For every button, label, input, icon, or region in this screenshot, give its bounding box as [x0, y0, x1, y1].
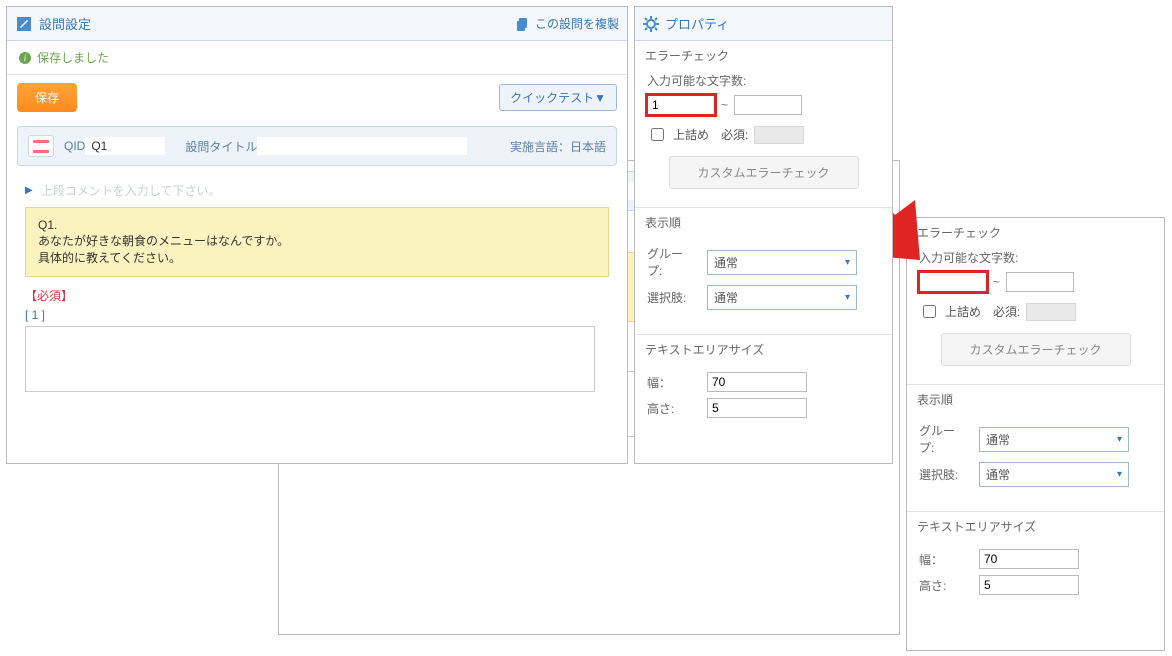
info-icon: i — [19, 52, 31, 64]
req-label: 必須: — [993, 303, 1020, 320]
group-value: 通常 — [714, 254, 738, 271]
custom-error-check-button[interactable]: カスタムエラーチェック — [941, 333, 1131, 366]
main-panel: 設問設定 この設問を複製 i 保存しました 保存 クイックテスト▼ QID 設問… — [6, 6, 628, 464]
width-input[interactable] — [707, 372, 807, 392]
lang-label: 実施言語： — [510, 138, 570, 155]
top-comment-hint: 上段コメントを入力して下さい。 — [41, 182, 221, 199]
top-align-checkbox[interactable] — [923, 305, 936, 318]
chevron-down-icon: ▾ — [845, 257, 850, 268]
tilde: ~ — [721, 98, 728, 112]
char-limit-label: 入力可能な文字数: — [647, 72, 880, 89]
gear-icon — [643, 16, 659, 32]
copy-question-button[interactable]: この設問を複製 — [515, 15, 619, 32]
custom-error-check-button[interactable]: カスタムエラーチェック — [669, 156, 859, 189]
char-min-input[interactable] — [647, 95, 715, 115]
width-label: 幅： — [919, 551, 969, 568]
panel-title: 設問設定 — [39, 14, 91, 33]
char-max-input[interactable] — [1006, 272, 1074, 292]
group-value: 通常 — [986, 431, 1010, 448]
tilde: ~ — [993, 275, 1000, 289]
copy-label: この設問を複製 — [535, 15, 619, 32]
chevron-down-icon: ▾ — [1117, 469, 1122, 480]
property-panel: プロパティ エラーチェック 入力可能な文字数: ~ 上詰め 必須: カスタムエラ… — [634, 6, 893, 464]
error-check-title: エラーチェック — [635, 41, 892, 64]
lang-value: 日本語 — [570, 138, 606, 155]
width-label: 幅： — [647, 374, 697, 391]
question-box: Q1. あなたが好きな朝食のメニューはなんですか。 具体的に教えてください。 — [25, 207, 609, 277]
height-label: 高さ: — [647, 400, 697, 417]
group-select[interactable]: 通常 ▾ — [707, 250, 857, 275]
property-title: プロパティ — [665, 14, 729, 33]
error-check-title: エラーチェック — [907, 218, 1164, 241]
choice-select[interactable]: 通常 ▾ — [979, 462, 1129, 487]
chevron-down-icon: ▾ — [1117, 434, 1122, 445]
triangle-icon: ▶ — [25, 185, 33, 196]
q-line1: あなたが好きな朝食のメニューはなんですか。 — [38, 232, 596, 249]
char-min-input[interactable] — [919, 272, 987, 292]
chevron-down-icon: ▾ — [845, 292, 850, 303]
height-label: 高さ: — [919, 577, 969, 594]
display-order-title: 表示順 — [635, 208, 892, 231]
choice-label: 選択肢: — [647, 289, 697, 306]
saved-notice: i 保存しました — [7, 41, 627, 75]
width-input[interactable] — [979, 549, 1079, 569]
textarea-size-title: テキストエリアサイズ — [907, 512, 1164, 535]
title-label: 設問タイトル — [185, 138, 257, 155]
save-button[interactable]: 保存 — [17, 83, 77, 112]
display-order-title: 表示順 — [907, 385, 1164, 408]
top-align-label: 上詰め — [673, 126, 709, 143]
answer-textarea[interactable] — [25, 326, 595, 392]
required-label: 【必須】 — [25, 287, 609, 304]
group-select[interactable]: 通常 ▾ — [979, 427, 1129, 452]
group-label: グループ: — [647, 245, 697, 279]
q-number: Q1. — [38, 218, 596, 232]
saved-msg: 保存しました — [37, 49, 109, 66]
choice-select[interactable]: 通常 ▾ — [707, 285, 857, 310]
quicktest-button[interactable]: クイックテスト▼ — [499, 84, 617, 111]
qid-icon — [28, 135, 54, 157]
required-value-box — [754, 126, 804, 144]
bracket-number: [ 1 ] — [25, 308, 609, 322]
choice-label: 選択肢: — [919, 466, 969, 483]
group-label: グループ: — [919, 422, 969, 456]
req-label: 必須: — [721, 126, 748, 143]
qid-input[interactable] — [85, 137, 165, 155]
choice-value: 通常 — [986, 466, 1010, 483]
required-value-box — [1026, 303, 1076, 321]
back-property-panel: エラーチェック 入力可能な文字数: ~ 上詰め 必須: カスタムエラーチェック … — [906, 217, 1165, 651]
q-line2: 具体的に教えてください。 — [38, 249, 596, 266]
top-align-label: 上詰め — [945, 303, 981, 320]
qid-label: QID — [64, 139, 85, 153]
textarea-size-title: テキストエリアサイズ — [635, 335, 892, 358]
top-align-checkbox[interactable] — [651, 128, 664, 141]
char-limit-label: 入力可能な文字数: — [919, 249, 1152, 266]
height-input[interactable] — [707, 398, 807, 418]
choice-value: 通常 — [714, 289, 738, 306]
copy-icon — [515, 16, 531, 32]
edit-icon — [15, 15, 33, 33]
height-input[interactable] — [979, 575, 1079, 595]
title-input[interactable] — [257, 137, 467, 155]
char-max-input[interactable] — [734, 95, 802, 115]
